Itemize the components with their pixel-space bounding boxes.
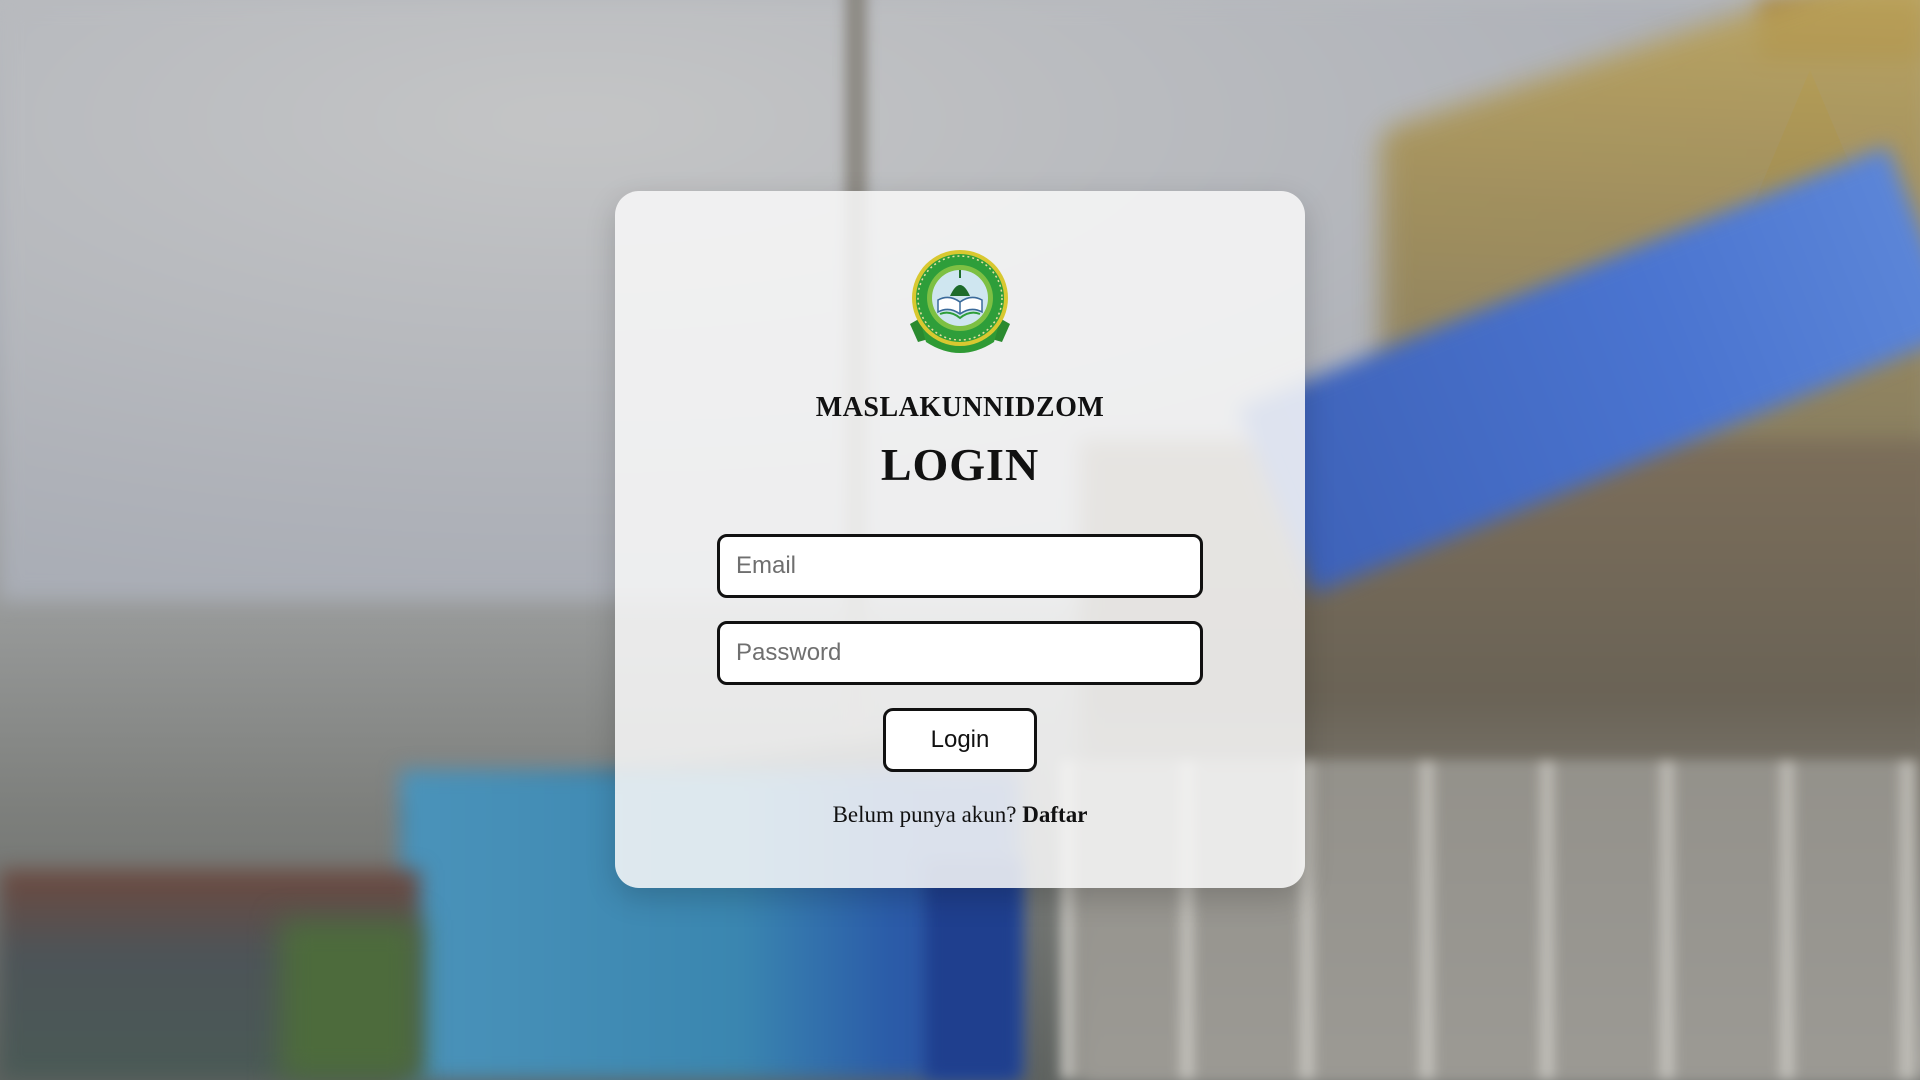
- signup-link[interactable]: Daftar: [1022, 802, 1087, 827]
- password-field[interactable]: [717, 621, 1203, 685]
- email-field[interactable]: [717, 534, 1203, 598]
- login-card: MASLAKUNNIDZOM LOGIN Login Belum punya a…: [615, 191, 1305, 888]
- signup-prompt: Belum punya akun? Daftar: [833, 802, 1088, 828]
- login-button[interactable]: Login: [883, 708, 1037, 772]
- school-emblem-icon: [910, 250, 1010, 353]
- app-brand-title: MASLAKUNNIDZOM: [815, 392, 1105, 423]
- signup-prompt-text: Belum punya akun?: [832, 802, 1017, 827]
- page-title: LOGIN: [880, 439, 1040, 490]
